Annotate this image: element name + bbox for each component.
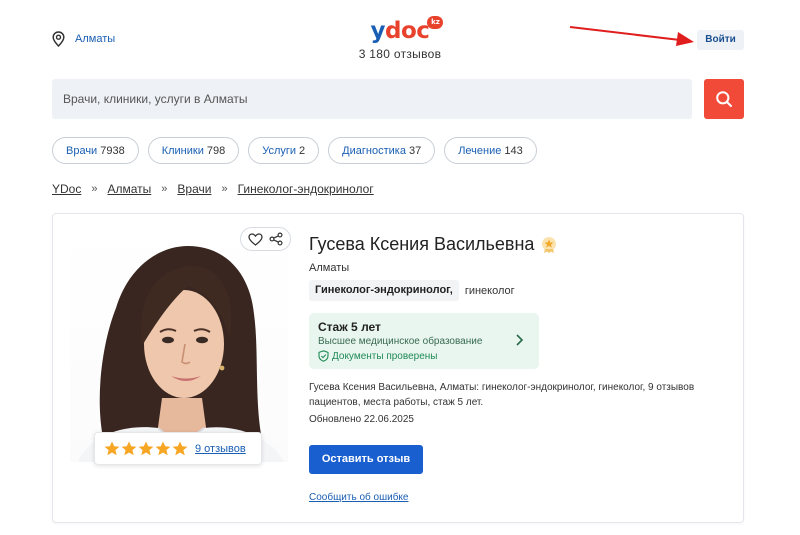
experience-title: Стаж 5 лет: [318, 320, 381, 334]
star-icon: [104, 441, 120, 456]
logo-region-badge: kz: [427, 16, 444, 29]
doctor-description: Гусева Ксения Васильевна, Алматы: гинеко…: [309, 382, 695, 408]
rating-stars: [104, 441, 188, 456]
doctor-name: Гусева Ксения Васильевна: [309, 234, 535, 254]
breadcrumb-separator: »: [221, 183, 228, 195]
reviews-link[interactable]: 9 отзывов: [195, 443, 246, 455]
chip-services[interactable]: Услуги 2: [248, 137, 320, 164]
doctor-photo: [70, 228, 288, 462]
share-icon[interactable]: [269, 232, 283, 246]
chevron-right-icon: [516, 334, 524, 346]
star-icon: [138, 441, 154, 456]
award-badge-icon: [542, 236, 557, 253]
breadcrumb: YDoc » Алматы » Врачи » Гинеколог-эндокр…: [52, 182, 374, 196]
breadcrumb-item-specialty[interactable]: Гинеколог-эндокринолог: [238, 182, 374, 196]
breadcrumb-separator: »: [161, 183, 168, 195]
chip-diagnostics[interactable]: Диагностика 37: [328, 137, 436, 164]
annotation-arrow-icon: [569, 26, 694, 46]
star-icon: [155, 441, 171, 456]
breadcrumb-item-city[interactable]: Алматы: [107, 182, 151, 196]
search-input[interactable]: [52, 79, 692, 119]
updated-date: Обновлено 22.06.2025: [309, 414, 414, 425]
doctor-card: 9 отзывов Гусева Ксения Васильевна Алмат…: [52, 213, 744, 523]
education-text: Высшее медицинское образование: [318, 336, 483, 347]
site-header: Алматы ydoc kz 3 180 отзывов Войти: [0, 0, 800, 75]
total-reviews-count: 3 180 отзывов: [358, 47, 442, 61]
breadcrumb-item-doctors[interactable]: Врачи: [177, 182, 211, 196]
category-chips: Врачи 7938 Клиники 798 Услуги 2 Диагностика…: [52, 137, 537, 164]
star-icon: [172, 441, 188, 456]
doctor-city: Алматы: [309, 262, 350, 274]
heart-icon[interactable]: [248, 232, 263, 246]
shield-check-icon: [318, 350, 329, 362]
star-icon: [121, 441, 137, 456]
doctor-name-row: Гусева Ксения Васильевна: [309, 234, 558, 255]
documents-verified: Документы проверены: [318, 350, 437, 362]
breadcrumb-item-ydoc[interactable]: YDoc: [52, 182, 81, 196]
photo-actions: [240, 227, 291, 251]
chip-treatment[interactable]: Лечение 143: [444, 137, 537, 164]
chip-clinics[interactable]: Клиники 798: [147, 137, 240, 164]
experience-panel[interactable]: Стаж 5 лет Высшее медицинское образовани…: [309, 313, 539, 369]
chip-doctors[interactable]: Врачи 7938: [52, 137, 139, 164]
login-button[interactable]: Войти: [697, 30, 744, 50]
specialty-primary[interactable]: Гинеколог-эндокринолог,: [309, 280, 459, 301]
report-error-link[interactable]: Сообщить об ошибке: [309, 492, 408, 503]
doctor-specialties: Гинеколог-эндокринолог, гинеколог: [309, 280, 515, 301]
leave-review-button[interactable]: Оставить отзыв: [309, 445, 423, 474]
search-button[interactable]: [704, 79, 744, 119]
site-logo[interactable]: ydoc kz: [371, 16, 444, 44]
rating-box: 9 отзывов: [94, 432, 262, 465]
breadcrumb-separator: »: [91, 183, 98, 195]
specialty-secondary[interactable]: гинеколог: [465, 285, 515, 297]
search-bar: [52, 79, 692, 119]
search-icon: [716, 91, 732, 107]
